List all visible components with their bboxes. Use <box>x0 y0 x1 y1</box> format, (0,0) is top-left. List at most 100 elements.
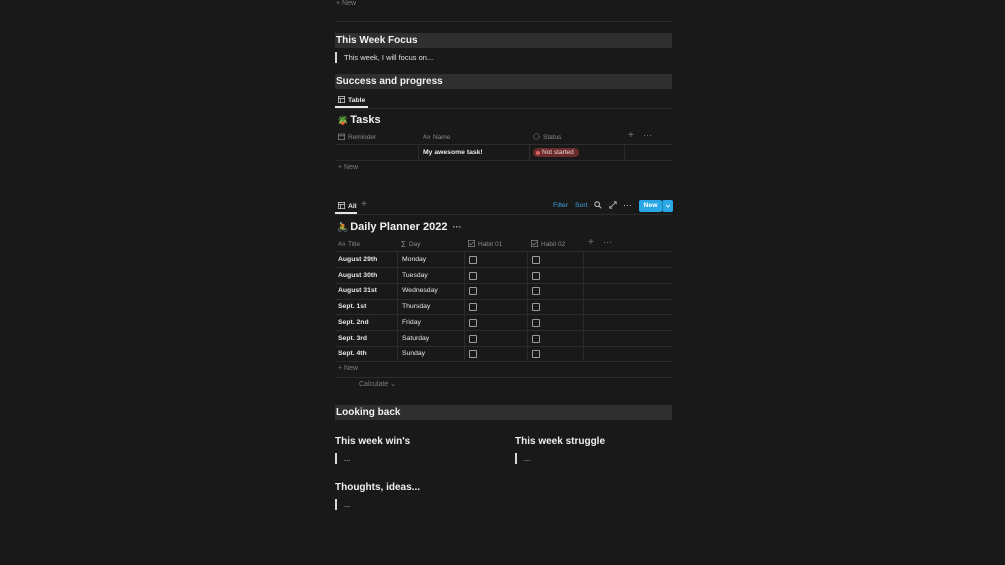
add-view-icon[interactable]: + <box>361 199 367 210</box>
search-icon[interactable] <box>594 201 602 211</box>
cell-border <box>527 299 528 315</box>
title-cell[interactable]: Sept. 1st <box>338 303 366 310</box>
habit-01-checkbox[interactable] <box>469 303 477 312</box>
expand-icon[interactable] <box>609 201 617 211</box>
sort-button[interactable]: Sort <box>575 202 587 209</box>
day-cell[interactable]: Monday <box>402 256 426 263</box>
table-row[interactable]: Sept. 3rd Saturday <box>335 330 672 347</box>
table-icon <box>338 96 345 105</box>
habit-01-checkbox[interactable] <box>469 334 477 343</box>
planner-db-title[interactable]: 🚴 Daily Planner 2022 ··· <box>337 221 461 233</box>
table-row[interactable]: August 30th Tuesday <box>335 267 672 284</box>
cell-border <box>527 346 528 362</box>
habit-01-checkbox[interactable] <box>469 271 477 280</box>
cell-border <box>527 330 528 347</box>
day-cell[interactable]: Saturday <box>402 335 429 342</box>
cell-border <box>583 330 584 347</box>
column-status[interactable]: Status <box>533 133 561 142</box>
divider <box>335 108 672 109</box>
habit-02-checkbox[interactable] <box>532 256 540 264</box>
habit-02-checkbox[interactable] <box>532 318 540 327</box>
title-cell[interactable]: August 31st <box>338 287 377 294</box>
day-cell[interactable]: Tuesday <box>402 272 428 279</box>
habit-01-checkbox[interactable] <box>469 318 477 327</box>
task-name-cell[interactable]: My awesome task! <box>423 149 483 156</box>
calculate-button[interactable]: Calculate ⌄ <box>359 380 396 388</box>
status-badge[interactable]: Not started <box>533 148 579 157</box>
column-reminder[interactable]: Reminder <box>338 133 376 142</box>
add-property-icon[interactable]: + <box>628 130 634 141</box>
tasks-db-title[interactable]: 🪴 Tasks <box>337 114 381 126</box>
cell-border <box>583 252 584 268</box>
calculate-label: Calculate <box>359 381 389 388</box>
day-cell[interactable]: Wednesday <box>402 287 438 294</box>
db-more-icon[interactable]: ··· <box>452 222 461 232</box>
tasks-add-row-button[interactable]: + New <box>338 164 358 171</box>
divider <box>335 160 672 161</box>
struggle-heading: This week struggle <box>515 436 606 447</box>
db-title-text: Daily Planner 2022 <box>350 221 448 233</box>
more-options-icon[interactable]: ··· <box>603 237 612 247</box>
cell-border <box>397 330 398 347</box>
tab-table-view[interactable]: Table <box>338 96 365 105</box>
title-cell[interactable]: Sept. 3rd <box>338 335 367 342</box>
day-cell[interactable]: Sunday <box>402 350 425 357</box>
checkbox-icon <box>531 240 538 249</box>
column-label: Habit 01 <box>478 241 503 248</box>
struggle-quote[interactable]: ... <box>515 453 530 464</box>
habit-02-checkbox[interactable] <box>532 271 540 280</box>
divider <box>335 377 672 378</box>
column-label: Reminder <box>348 134 377 141</box>
text-property-icon: Aa <box>338 240 345 249</box>
cell-border <box>464 252 465 268</box>
section-this-week-focus: This Week Focus <box>335 33 672 48</box>
divider <box>335 361 672 362</box>
column-title[interactable]: Aa Title <box>338 240 360 249</box>
thoughts-quote[interactable]: ... <box>335 499 350 510</box>
table-row[interactable]: August 31st Wednesday <box>335 283 672 300</box>
new-label: New <box>344 365 359 372</box>
cell-border <box>583 299 584 315</box>
habit-01-checkbox[interactable] <box>469 256 477 264</box>
cell-border <box>397 346 398 362</box>
title-cell[interactable]: August 29th <box>338 256 377 263</box>
cell-border <box>527 252 528 268</box>
habit-02-checkbox[interactable] <box>532 303 540 312</box>
more-options-icon[interactable]: ··· <box>623 200 632 210</box>
cell-border <box>527 283 528 300</box>
column-habit-01[interactable]: Habit 01 <box>468 240 502 249</box>
title-cell[interactable]: August 30th <box>338 272 377 279</box>
chevron-down-icon[interactable] <box>662 200 673 212</box>
cell-border <box>624 144 625 160</box>
title-cell[interactable]: Sept. 4th <box>338 350 367 357</box>
wins-quote[interactable]: ... <box>335 453 350 464</box>
column-name[interactable]: Aa Name <box>423 133 450 142</box>
add-property-icon[interactable]: + <box>588 237 594 248</box>
table-row[interactable]: August 29th Monday <box>335 252 672 269</box>
habit-02-checkbox[interactable] <box>532 334 540 343</box>
bicycle-icon: 🚴 <box>337 221 349 232</box>
filter-button[interactable]: Filter <box>553 202 568 209</box>
new-entry-button[interactable]: New <box>639 200 662 212</box>
table-row[interactable]: Sept. 1st Thursday <box>335 299 672 316</box>
cell-border <box>464 299 465 315</box>
column-habit-02[interactable]: Habit 02 <box>531 240 565 249</box>
title-cell[interactable]: Sept. 2nd <box>338 319 369 326</box>
tab-label: All <box>348 203 357 210</box>
tab-all-view[interactable]: All <box>338 202 357 211</box>
habit-01-checkbox[interactable] <box>469 350 477 359</box>
habit-02-checkbox[interactable] <box>532 350 540 359</box>
divider <box>335 144 672 145</box>
table-row[interactable]: Sept. 2nd Friday <box>335 314 672 331</box>
top-new-row-button[interactable]: + New <box>336 0 356 7</box>
table-row[interactable]: Sept. 4th Sunday <box>335 346 672 362</box>
day-cell[interactable]: Thursday <box>402 303 430 310</box>
column-day[interactable]: Σ Day <box>401 240 421 249</box>
habit-01-checkbox[interactable] <box>469 287 477 296</box>
habit-02-checkbox[interactable] <box>532 287 540 296</box>
day-cell[interactable]: Friday <box>402 319 421 326</box>
focus-quote[interactable]: This week, I will focus on... <box>335 52 433 63</box>
chevron-down-icon: ⌄ <box>390 381 397 388</box>
planner-add-row-button[interactable]: + New <box>338 365 358 372</box>
more-options-icon[interactable]: ··· <box>643 130 652 140</box>
